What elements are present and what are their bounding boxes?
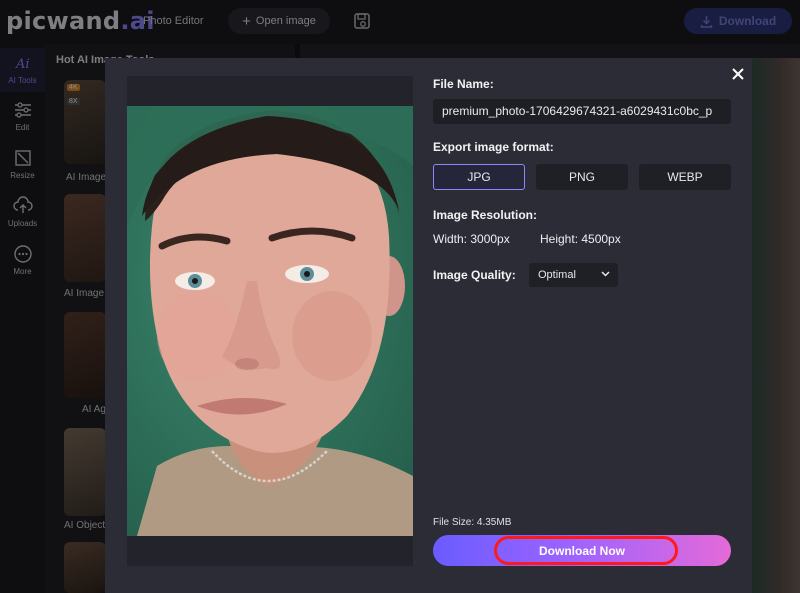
file-size: File Size: 4.35MB <box>433 517 512 528</box>
quality-select[interactable]: Optimal <box>529 263 618 287</box>
resolution-label: Image Resolution: <box>433 208 538 222</box>
quality-label: Image Quality: <box>433 268 516 282</box>
format-png-button[interactable]: PNG <box>536 164 628 190</box>
export-modal: File Name: premium_photo-1706429674321-a… <box>105 58 752 593</box>
chevron-down-icon <box>601 271 610 277</box>
quality-value: Optimal <box>538 269 576 281</box>
file-name-input[interactable]: premium_photo-1706429674321-a6029431c0bc… <box>433 99 731 124</box>
download-now-label: Download Now <box>539 543 625 558</box>
download-now-button[interactable]: Download Now <box>433 535 731 566</box>
format-webp-button[interactable]: WEBP <box>639 164 731 190</box>
height-value: Height: 4500px <box>540 232 621 246</box>
format-jpg-button[interactable]: JPG <box>433 164 525 190</box>
image-preview <box>127 106 413 536</box>
file-name-label: File Name: <box>433 77 494 91</box>
portrait-photo <box>127 106 413 536</box>
image-preview-frame <box>127 76 413 566</box>
export-form: File Name: premium_photo-1706429674321-a… <box>433 58 733 593</box>
export-format-label: Export image format: <box>433 140 554 154</box>
width-value: Width: 3000px <box>433 232 510 246</box>
